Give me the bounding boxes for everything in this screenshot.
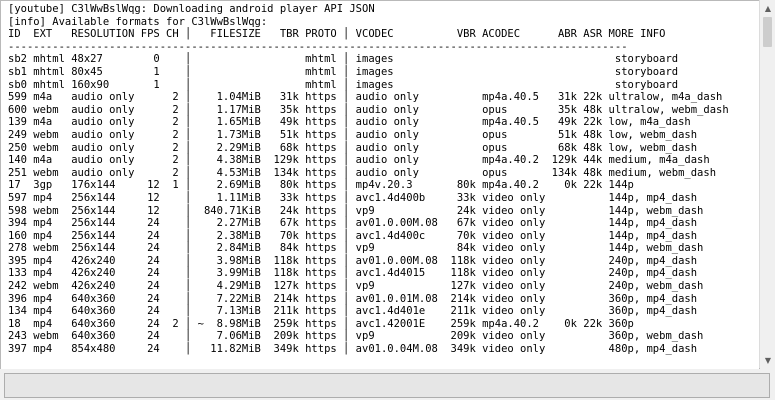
scroll-down-arrow-icon[interactable]: ▼ bbox=[760, 352, 775, 368]
terminal-line: 600 webm audio only 2 │ 1.17MiB 35k http… bbox=[8, 103, 729, 116]
bottom-bar bbox=[0, 369, 775, 400]
terminal-line: 243 webm 640x360 24 │ 7.06MiB 209k https… bbox=[8, 330, 704, 343]
terminal-line: 160 mp4 256x144 24 │ 2.38MiB 70k https │… bbox=[8, 229, 698, 242]
terminal-line: 394 mp4 256x144 24 │ 2.27MiB 67k https │… bbox=[8, 217, 698, 230]
terminal-line: 134 mp4 640x360 24 │ 7.13MiB 211k https … bbox=[8, 305, 698, 318]
scroll-up-arrow-icon[interactable]: ▲ bbox=[760, 0, 775, 16]
terminal-line: [youtube] C3lWwBslWqg: Downloading andro… bbox=[8, 3, 375, 15]
scrollbar-thumb[interactable] bbox=[763, 17, 772, 47]
terminal-line: 242 webm 426x240 24 │ 4.29MiB 127k https… bbox=[8, 280, 704, 293]
terminal-line: 397 mp4 854x480 24 │ 11.82MiB 349k https… bbox=[8, 343, 698, 356]
terminal-line: ----------------------------------------… bbox=[8, 40, 628, 53]
command-input[interactable] bbox=[4, 373, 770, 398]
terminal-line: sb0 mhtml 160x90 1 │ mhtml │ images stor… bbox=[8, 78, 679, 91]
terminal-line: 17 3gp 176x144 12 1 │ 2.69MiB 80k https … bbox=[8, 179, 634, 192]
terminal-text: [youtube] C3lWwBslWqg: Downloading andro… bbox=[1, 1, 759, 356]
terminal-line: 140 m4a audio only 2 │ 4.38MiB 129k http… bbox=[8, 154, 710, 167]
terminal-line: 18 mp4 640x360 24 2 │ ~ 8.98MiB 259k htt… bbox=[8, 317, 634, 330]
terminal-line: 396 mp4 640x360 24 │ 7.22MiB 214k https … bbox=[8, 292, 698, 305]
terminal-line: 133 mp4 426x240 24 │ 3.99MiB 118k https … bbox=[8, 267, 698, 280]
terminal-line: 395 mp4 426x240 24 │ 3.98MiB 118k https … bbox=[8, 254, 698, 267]
terminal-line: ID EXT RESOLUTION FPS CH │ FILESIZE TBR … bbox=[8, 28, 666, 41]
terminal-line: 599 m4a audio only 2 │ 1.04MiB 31k https… bbox=[8, 91, 723, 104]
terminal-output[interactable]: [youtube] C3lWwBslWqg: Downloading andro… bbox=[0, 0, 760, 370]
terminal-line: 251 webm audio only 2 │ 4.53MiB 134k htt… bbox=[8, 166, 717, 179]
terminal-line: sb1 mhtml 80x45 1 │ mhtml │ images story… bbox=[8, 65, 679, 78]
terminal-line: [info] Available formats for C3lWwBslWqg… bbox=[8, 15, 268, 28]
terminal-line: 250 webm audio only 2 │ 2.29MiB 68k http… bbox=[8, 141, 698, 154]
terminal-line: 597 mp4 256x144 12 │ 1.11MiB 33k https │… bbox=[8, 191, 698, 204]
vertical-scrollbar[interactable]: ▲ ▼ bbox=[759, 0, 775, 368]
terminal-line: 139 m4a audio only 2 │ 1.65MiB 49k https… bbox=[8, 116, 691, 129]
terminal-line: 278 webm 256x144 24 │ 2.84MiB 84k https … bbox=[8, 242, 704, 255]
terminal-line: sb2 mhtml 48x27 0 │ mhtml │ images story… bbox=[8, 53, 679, 66]
terminal-line: 598 webm 256x144 12 │ 840.71KiB 24k http… bbox=[8, 204, 704, 217]
terminal-line: 249 webm audio only 2 │ 1.73MiB 51k http… bbox=[8, 128, 698, 141]
